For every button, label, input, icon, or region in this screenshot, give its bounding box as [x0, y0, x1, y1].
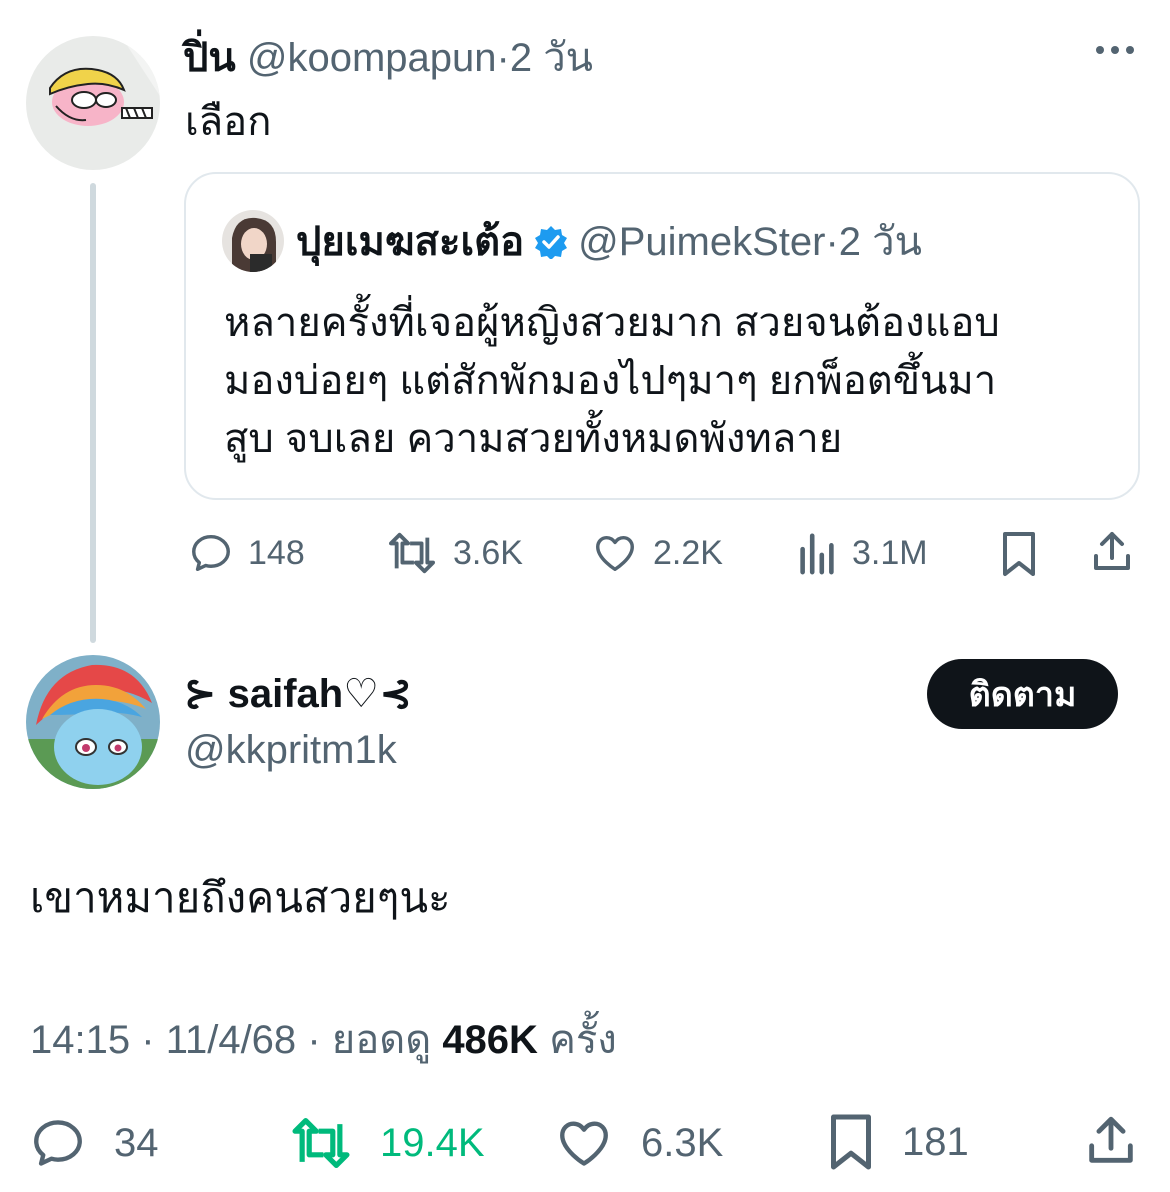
parent-author-name[interactable]: ปิ่น	[183, 36, 236, 80]
main-author-name[interactable]: ⊱ saifah♡⊰	[183, 668, 413, 720]
repost-count: 3.6K	[453, 533, 523, 572]
bookmark-count: 181	[902, 1119, 969, 1164]
more-options-icon[interactable]	[1094, 40, 1136, 60]
views-suffix: ครั้ง	[549, 1018, 617, 1062]
quote-text-line: สูบ จบเลย ความสวยทั้งหมดพังทลาย	[224, 417, 843, 461]
repost-count: 19.4K	[380, 1120, 485, 1165]
separator-dot: ·	[496, 36, 510, 80]
heart-icon	[553, 1114, 615, 1172]
parent-tweet-header: ปิ่น @koompapun·2 วัน	[183, 30, 593, 86]
quote-author-handle[interactable]: @PuimekSter	[578, 216, 825, 268]
parent-repost-button[interactable]: 3.6K	[385, 530, 523, 576]
separator-dot: ·	[825, 220, 839, 264]
quote-text-line: มองบ่อยๆ แต่สักพักมองไปๆมาๆ ยกพ็อตขึ้นมา	[224, 359, 997, 403]
main-reply-button[interactable]: 34	[28, 1114, 159, 1172]
thread-connector-line	[90, 183, 96, 643]
parent-views-button[interactable]: 3.1M	[796, 530, 928, 576]
view-count: 3.1M	[852, 533, 928, 572]
like-count: 6.3K	[641, 1120, 724, 1165]
main-like-button[interactable]: 6.3K	[553, 1114, 723, 1172]
parent-tweet-text: เลือก	[185, 100, 272, 144]
share-icon[interactable]	[1088, 528, 1136, 576]
main-bookmark-button[interactable]: 181	[826, 1112, 969, 1172]
quote-tweet-time[interactable]: 2 วัน	[839, 216, 922, 268]
tweet-date[interactable]: 11/4/68	[166, 1018, 297, 1062]
heart-icon	[591, 530, 639, 576]
parent-like-button[interactable]: 2.2K	[591, 530, 723, 576]
separator-dot: ·	[307, 1018, 321, 1062]
quote-header: ปุยเมฆสะเต้อ @PuimekSter · 2 วัน	[296, 216, 922, 268]
bookmark-icon[interactable]	[998, 530, 1040, 578]
views-count[interactable]: 486K	[442, 1018, 538, 1062]
parent-author-avatar[interactable]	[26, 36, 160, 170]
quote-author-name[interactable]: ปุยเมฆสะเต้อ	[296, 216, 524, 268]
quote-author-avatar[interactable]	[222, 210, 284, 272]
like-count: 2.2K	[653, 533, 723, 572]
parent-author-handle[interactable]: @koompapun	[247, 36, 497, 80]
share-icon[interactable]	[1082, 1112, 1140, 1170]
tweet-time[interactable]: 14:15	[30, 1018, 130, 1062]
separator-dot: ·	[141, 1018, 155, 1062]
repost-icon	[288, 1114, 354, 1172]
bookmark-icon	[826, 1112, 876, 1172]
tweet-metadata: 14:15 · 11/4/68 · ยอดดู 486K ครั้ง	[30, 1014, 617, 1066]
reply-icon	[188, 530, 234, 576]
main-tweet-text: เขาหมายถึงคนสวยๆนะ	[30, 874, 451, 921]
follow-button[interactable]: ติดตาม	[927, 659, 1118, 729]
main-author-avatar[interactable]	[26, 655, 160, 789]
quote-tweet-text: หลายครั้งที่เจอผู้หญิงสวยมาก สวยจนต้องแอ…	[224, 294, 1104, 468]
parent-reply-button[interactable]: 148	[188, 530, 305, 576]
main-repost-button[interactable]: 19.4K	[288, 1114, 485, 1172]
reply-icon	[28, 1114, 88, 1172]
reply-count: 148	[248, 533, 305, 572]
parent-tweet-time[interactable]: 2 วัน	[510, 36, 593, 80]
repost-icon	[385, 530, 439, 576]
main-author-handle[interactable]: @kkpritm1k	[185, 724, 397, 776]
verified-badge-icon	[534, 225, 568, 259]
reply-count: 34	[114, 1120, 159, 1165]
analytics-icon	[796, 530, 838, 576]
views-label: ยอดดู	[331, 1018, 432, 1062]
quote-text-line: หลายครั้งที่เจอผู้หญิงสวยมาก สวยจนต้องแอ…	[224, 301, 1000, 345]
